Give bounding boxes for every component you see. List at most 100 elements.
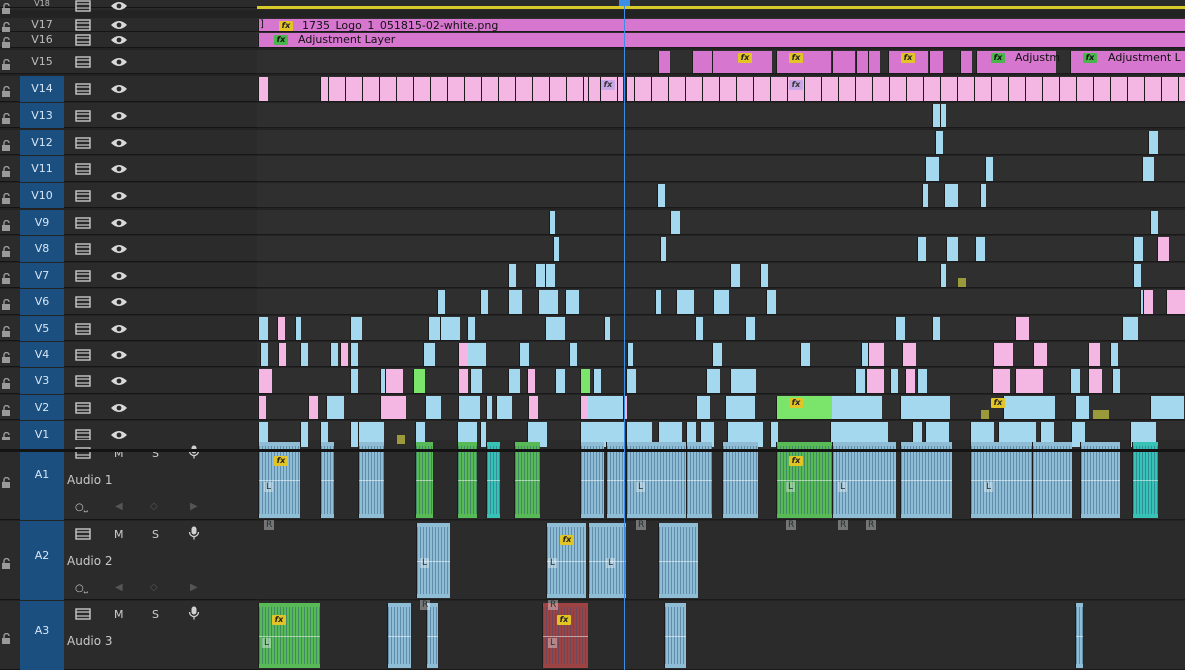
lock-icon[interactable] bbox=[1, 19, 14, 33]
video-clip[interactable] bbox=[935, 131, 943, 154]
prev-keyframe-icon[interactable]: ◀ bbox=[115, 501, 123, 512]
sync-lock-filmstrip-icon[interactable] bbox=[75, 528, 91, 540]
video-clip[interactable] bbox=[1112, 369, 1120, 393]
video-clip[interactable] bbox=[929, 51, 943, 73]
eye-visibility-icon[interactable] bbox=[110, 349, 128, 361]
video-clip[interactable] bbox=[855, 369, 865, 393]
audio-clip[interactable] bbox=[320, 442, 334, 518]
video-clip[interactable] bbox=[692, 51, 712, 73]
video-clip[interactable] bbox=[350, 343, 358, 366]
video-clip[interactable] bbox=[1150, 211, 1158, 234]
next-keyframe-icon[interactable]: ▶ bbox=[190, 501, 198, 512]
lock-icon[interactable] bbox=[1, 83, 14, 97]
video-clip[interactable] bbox=[1075, 396, 1089, 419]
video-clip[interactable] bbox=[480, 290, 488, 314]
audio-clip[interactable] bbox=[1075, 603, 1083, 668]
audio-clip[interactable] bbox=[457, 442, 477, 518]
eye-visibility-icon[interactable] bbox=[110, 243, 128, 255]
video-clip[interactable] bbox=[745, 317, 755, 340]
add-keyframe-icon[interactable]: ◇ bbox=[150, 582, 158, 593]
video-clip[interactable] bbox=[776, 396, 832, 419]
video-clip[interactable] bbox=[1166, 290, 1185, 314]
video-clip[interactable] bbox=[300, 422, 308, 447]
eye-visibility-icon[interactable] bbox=[110, 296, 128, 308]
next-keyframe-icon[interactable]: ▶ bbox=[190, 582, 198, 593]
video-clip[interactable] bbox=[300, 343, 308, 366]
video-clip[interactable] bbox=[508, 369, 520, 393]
lock-icon[interactable] bbox=[1, 34, 14, 48]
audio-clip[interactable] bbox=[664, 603, 686, 668]
sync-lock-filmstrip-icon[interactable] bbox=[75, 322, 91, 335]
video-clip[interactable] bbox=[706, 369, 720, 393]
lock-icon[interactable] bbox=[1, 270, 14, 284]
eye-visibility-icon[interactable] bbox=[110, 270, 128, 282]
video-clip[interactable] bbox=[519, 343, 529, 366]
video-clip[interactable] bbox=[1133, 237, 1143, 261]
video-clip[interactable] bbox=[1150, 396, 1184, 419]
playhead-line[interactable] bbox=[624, 0, 625, 670]
video-clip[interactable] bbox=[326, 396, 344, 419]
video-clip[interactable] bbox=[258, 369, 272, 393]
video-clip[interactable] bbox=[730, 369, 756, 393]
video-clip[interactable] bbox=[580, 369, 590, 393]
lock-icon[interactable] bbox=[1, 429, 14, 443]
track-name-v5[interactable]: V5 bbox=[20, 316, 64, 341]
audio-clip[interactable] bbox=[486, 442, 500, 518]
sync-lock-filmstrip-icon[interactable] bbox=[75, 109, 91, 122]
video-clip[interactable] bbox=[993, 343, 1013, 366]
lock-icon[interactable] bbox=[1, 243, 14, 257]
lock-icon[interactable] bbox=[1, 402, 14, 416]
video-clip[interactable] bbox=[330, 343, 338, 366]
video-clip[interactable] bbox=[458, 369, 468, 393]
track-name-v15[interactable]: V15 bbox=[20, 50, 64, 74]
audio-clip[interactable] bbox=[832, 442, 896, 518]
video-clip[interactable] bbox=[593, 369, 601, 393]
track-name-v7[interactable]: V7 bbox=[20, 263, 64, 288]
adjustment-layer-clip-v16[interactable]: fx Adjustment Layer bbox=[258, 33, 1185, 47]
eye-visibility-icon[interactable] bbox=[110, 402, 128, 414]
video-clip[interactable] bbox=[944, 184, 958, 207]
mute-button[interactable]: M bbox=[114, 528, 124, 541]
video-clip[interactable] bbox=[423, 343, 435, 366]
video-clip[interactable] bbox=[730, 264, 740, 287]
video-clip[interactable] bbox=[922, 184, 928, 207]
video-clip[interactable] bbox=[437, 290, 445, 314]
prev-keyframe-icon[interactable]: ◀ bbox=[115, 582, 123, 593]
video-clip[interactable] bbox=[713, 290, 729, 314]
video-clip[interactable] bbox=[925, 157, 939, 181]
video-clip[interactable] bbox=[569, 343, 577, 366]
sync-lock-filmstrip-icon[interactable] bbox=[75, 401, 91, 414]
eye-visibility-icon[interactable] bbox=[110, 34, 128, 46]
sync-lock-filmstrip-icon[interactable] bbox=[75, 296, 91, 308]
work-area-bar[interactable] bbox=[257, 6, 1185, 9]
video-clip[interactable] bbox=[496, 396, 512, 419]
lock-icon[interactable] bbox=[1, 375, 14, 389]
lock-icon[interactable] bbox=[1, 0, 14, 14]
video-clip[interactable] bbox=[470, 369, 482, 393]
video-clip[interactable] bbox=[980, 184, 986, 207]
video-clip[interactable] bbox=[425, 396, 441, 419]
video-clip[interactable] bbox=[760, 264, 768, 287]
video-clip[interactable] bbox=[1088, 369, 1102, 393]
eye-visibility-icon[interactable] bbox=[110, 375, 128, 387]
video-clip[interactable] bbox=[486, 396, 492, 419]
video-clip[interactable] bbox=[725, 396, 755, 419]
video-clip[interactable] bbox=[1148, 131, 1158, 154]
video-clip[interactable] bbox=[655, 290, 661, 314]
eye-visibility-icon[interactable] bbox=[110, 19, 128, 31]
video-clip[interactable] bbox=[350, 317, 362, 340]
sync-lock-filmstrip-icon[interactable] bbox=[75, 56, 91, 68]
video-clip[interactable] bbox=[580, 396, 588, 419]
video-clip[interactable] bbox=[1070, 369, 1080, 393]
video-clip[interactable] bbox=[626, 369, 636, 393]
video-clip[interactable] bbox=[528, 396, 538, 419]
eye-visibility-icon[interactable] bbox=[110, 217, 128, 229]
video-clip[interactable] bbox=[458, 396, 480, 419]
lock-icon[interactable] bbox=[1, 190, 14, 204]
audio-clip[interactable] bbox=[580, 442, 604, 518]
sync-lock-filmstrip-icon[interactable] bbox=[75, 34, 91, 46]
track-name-v4[interactable]: V4 bbox=[20, 342, 64, 367]
voiceover-record-mic-icon[interactable] bbox=[188, 445, 200, 459]
video-clip[interactable] bbox=[538, 290, 558, 314]
video-clip[interactable] bbox=[458, 343, 468, 366]
